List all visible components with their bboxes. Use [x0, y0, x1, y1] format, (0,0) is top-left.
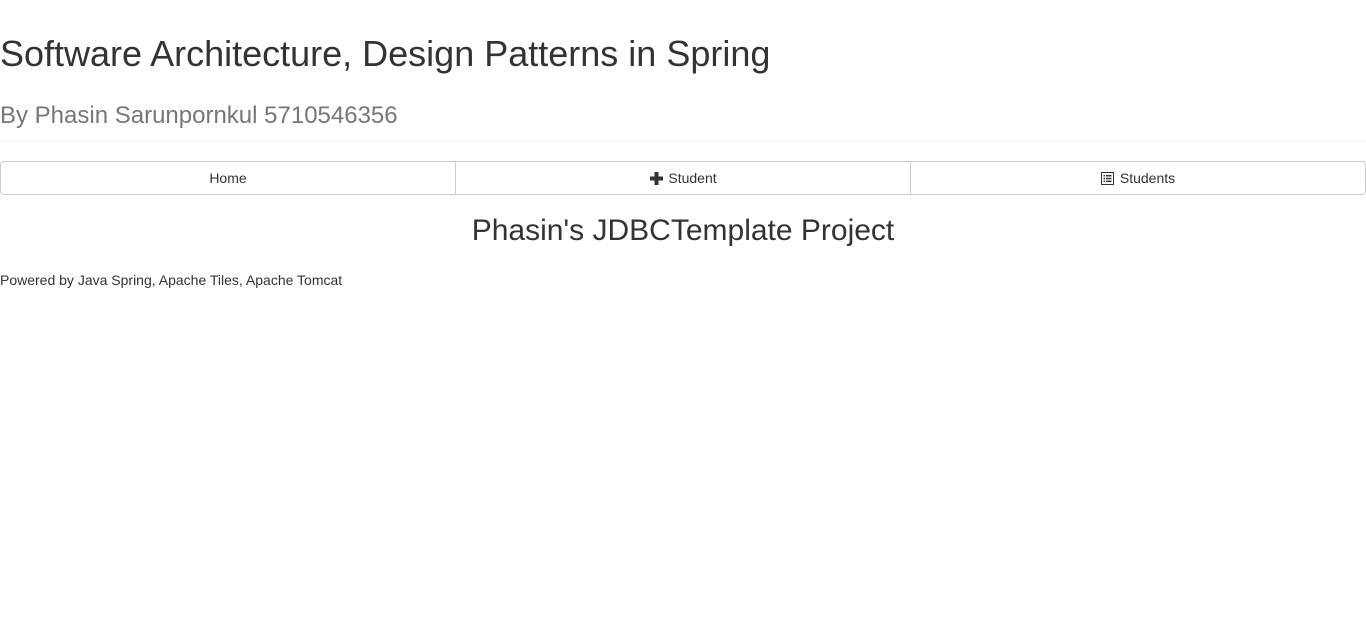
- page-header: Software Architecture, Design Patterns i…: [0, 0, 1366, 141]
- home-button-label: Home: [209, 170, 247, 186]
- home-button[interactable]: Home: [0, 161, 456, 195]
- page-title: Software Architecture, Design Patterns i…: [0, 33, 771, 74]
- plus-icon: [649, 171, 663, 185]
- page-subtitle: By Phasin Sarunpornkul 5710546356: [0, 102, 398, 129]
- students-button-label: Students: [1119, 170, 1176, 186]
- list-alt-icon: [1101, 171, 1115, 185]
- nav-button-group: Home Student Students: [0, 161, 1366, 195]
- project-title: Phasin's JDBCTemplate Project: [471, 214, 895, 247]
- add-student-button[interactable]: Student: [455, 161, 911, 195]
- add-student-button-label: Student: [668, 170, 717, 186]
- footer-text: Powered by Java Spring, Apache Tiles, Ap…: [0, 272, 343, 288]
- students-button[interactable]: Students: [910, 161, 1366, 195]
